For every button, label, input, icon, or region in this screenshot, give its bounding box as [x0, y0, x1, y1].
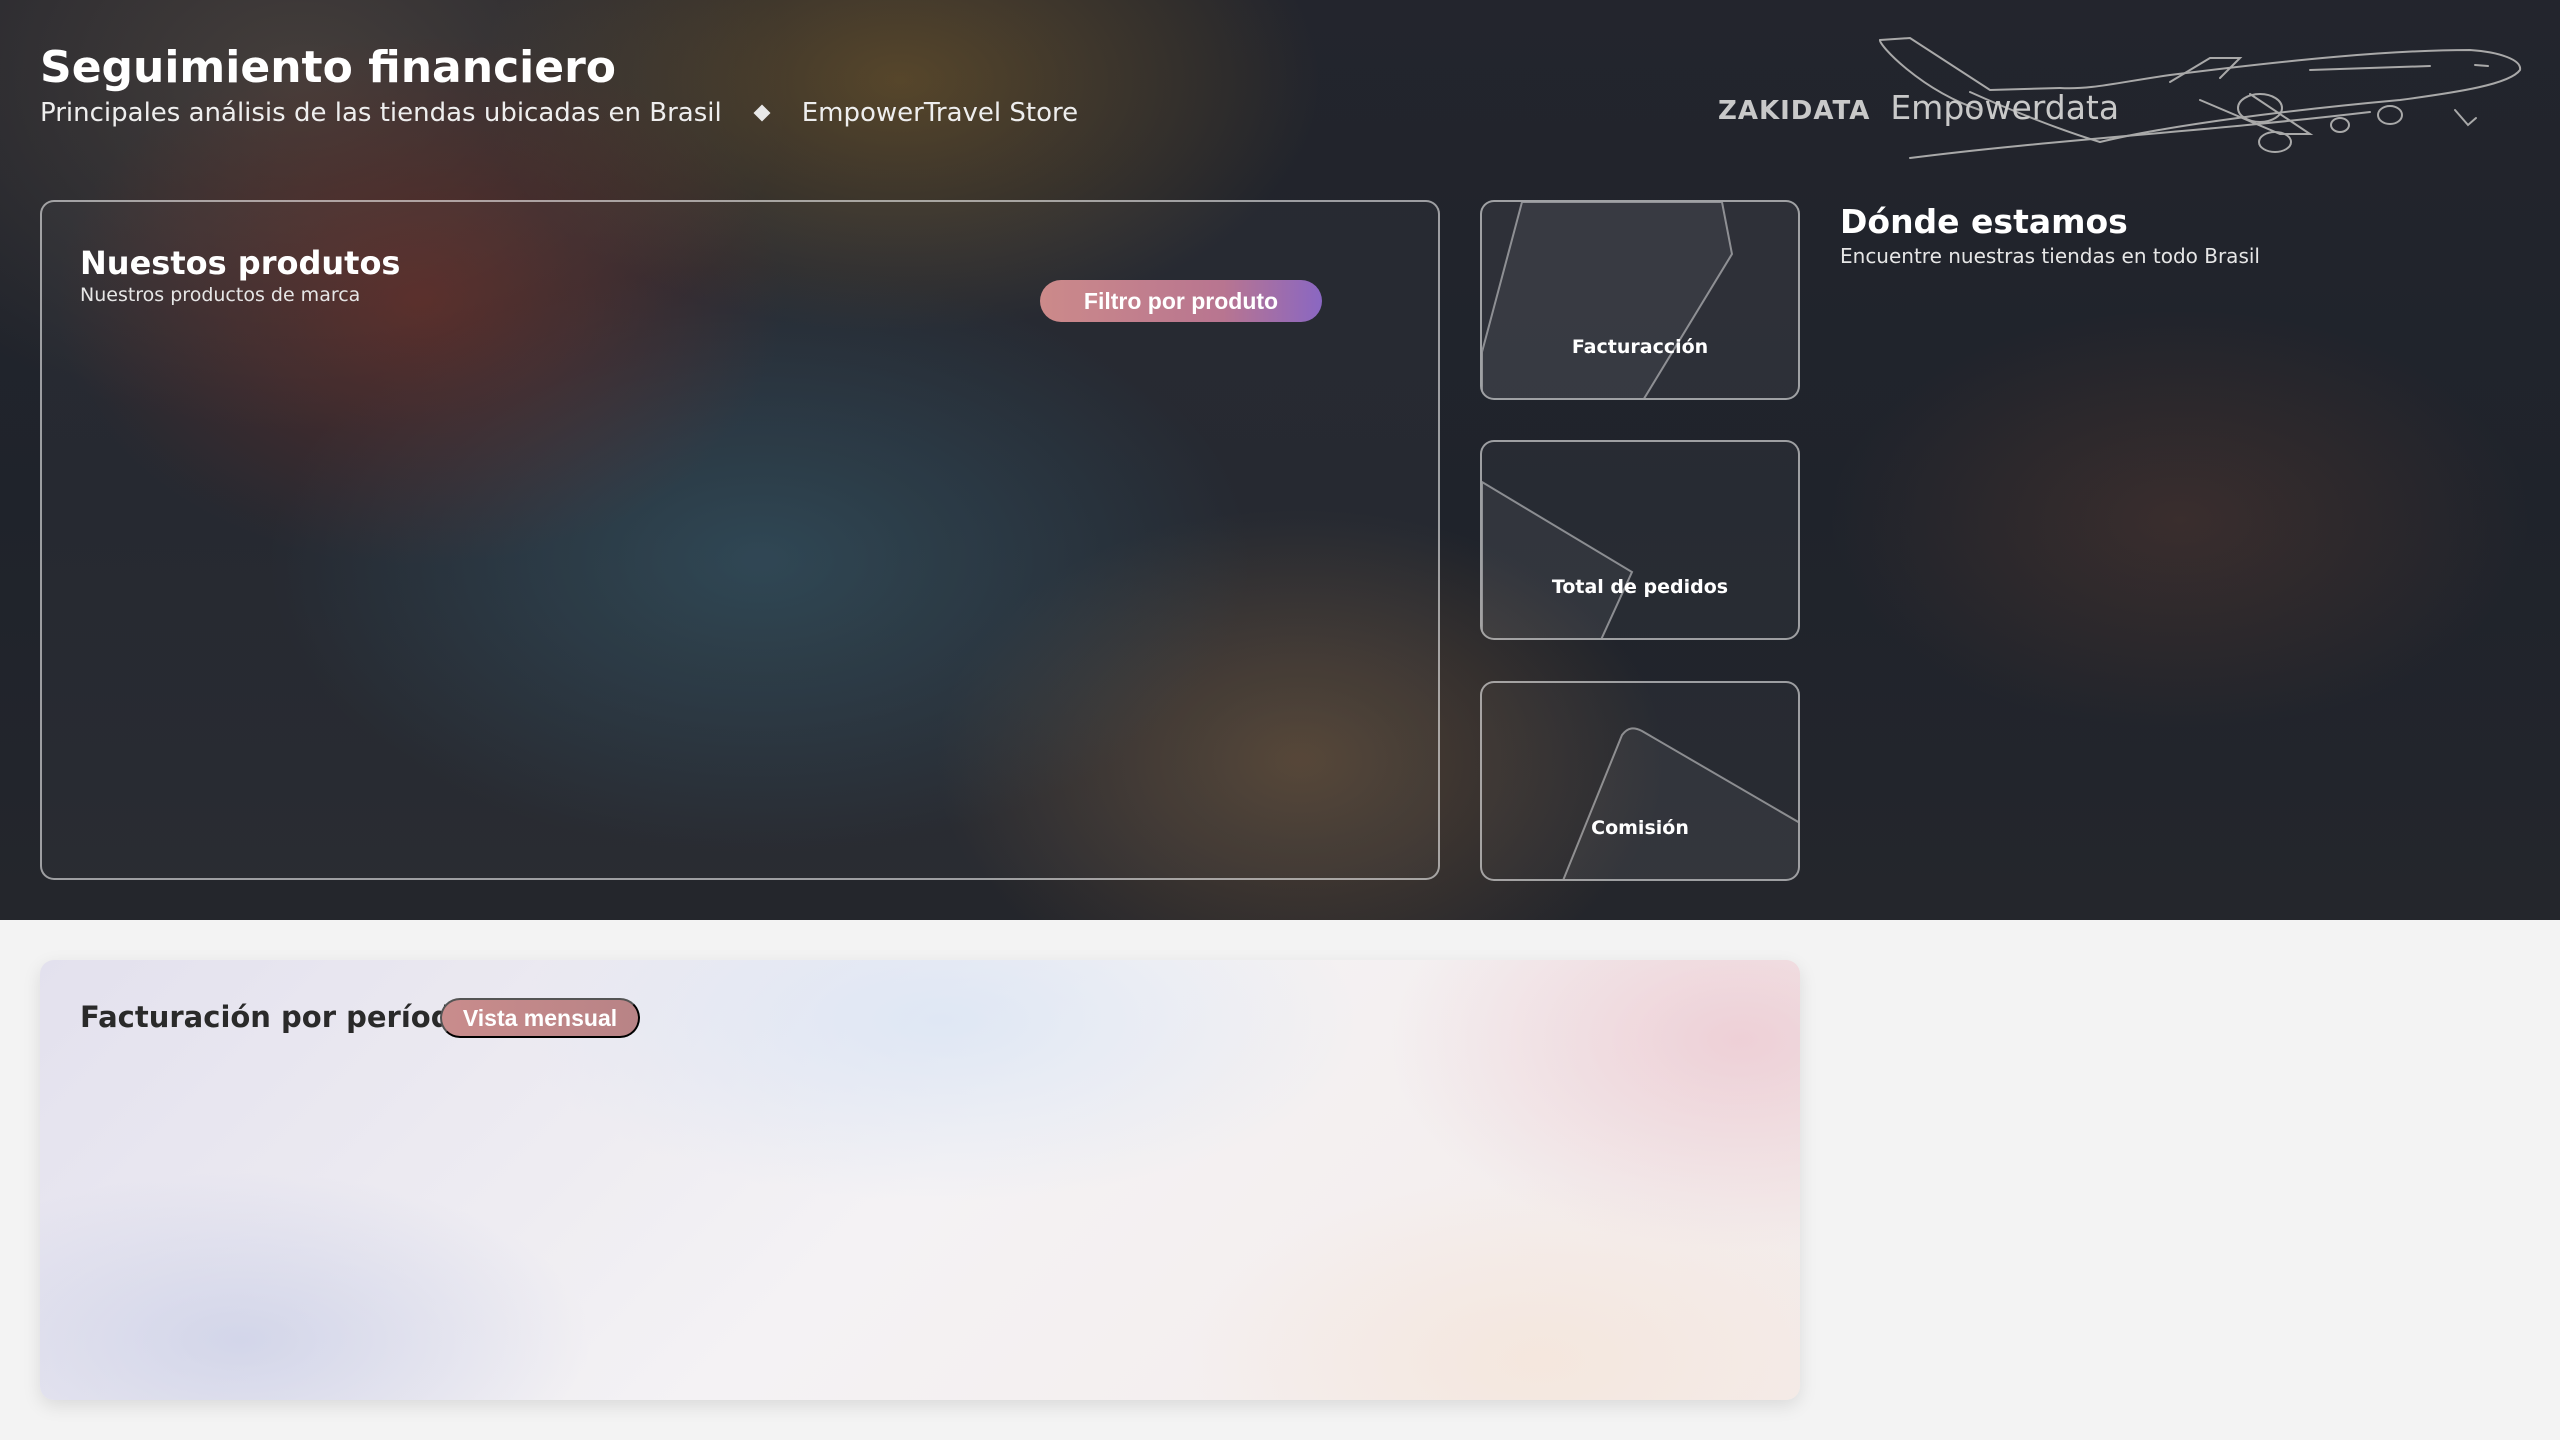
kpi-label: Facturacción: [1571, 336, 1709, 358]
brand-company: ZAKIDATA: [1718, 96, 1871, 126]
products-panel: Nuestos produtos Nuestros productos de m…: [40, 200, 1440, 880]
kpi-label: Total de pedidos: [1551, 576, 1729, 598]
kpi-card-orders[interactable]: Total de pedidos: [1480, 440, 1800, 640]
kpi-card-billing[interactable]: Facturacción: [1480, 200, 1800, 400]
card-decoration-icon: [1482, 480, 1634, 638]
page-subtitle: Principales análisis de las tiendas ubic…: [40, 98, 722, 128]
period-title: Facturación por período: [80, 1000, 472, 1034]
diamond-separator-icon: [753, 104, 771, 122]
locations-title: Dónde estamos: [1840, 202, 2128, 241]
brand-logo: ZAKIDATA Empowerdata: [1718, 88, 2119, 127]
hero-header-band: Seguimiento financiero Principales análi…: [0, 0, 2560, 920]
kpi-card-commission[interactable]: Comisión: [1480, 681, 1800, 881]
card-decoration-icon: [1562, 727, 1798, 879]
page-title: Seguimiento financiero: [40, 42, 616, 93]
store-name: EmpowerTravel Store: [801, 98, 1079, 128]
locations-subtitle: Encuentre nuestras tiendas en todo Brasi…: [1840, 244, 2260, 268]
card-decoration-icon: [1482, 202, 1734, 398]
brand-product: Empowerdata: [1890, 88, 2120, 127]
products-subtitle: Nuestros productos de marca: [80, 284, 361, 306]
products-title: Nuestos produtos: [80, 244, 401, 282]
kpi-label: Comisión: [1591, 817, 1689, 839]
page-subtitle-row: Principales análisis de las tiendas ubic…: [40, 98, 1078, 128]
billing-by-period-card: Facturación por período Vista mensual: [40, 960, 1800, 1400]
product-filter-button[interactable]: Filtro por produto: [1040, 280, 1322, 322]
monthly-view-button[interactable]: Vista mensual: [440, 998, 640, 1038]
